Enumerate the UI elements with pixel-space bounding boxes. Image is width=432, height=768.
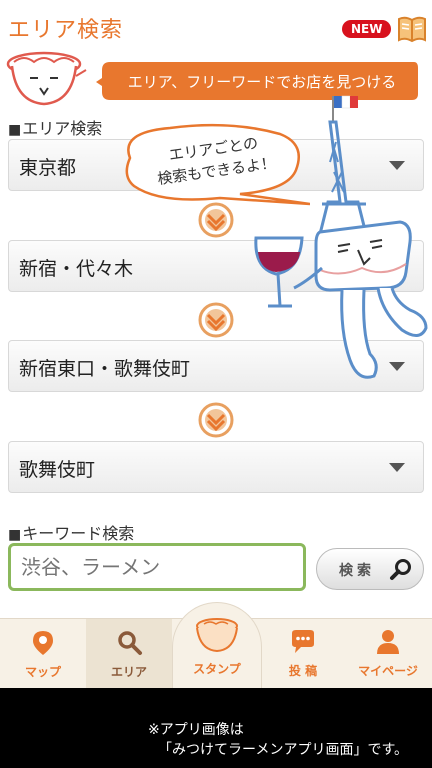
tab-map[interactable]: マップ (0, 619, 86, 689)
area-search-label: エリア検索 (8, 115, 102, 139)
book-icon[interactable] (397, 15, 427, 43)
tab-label: マップ (24, 665, 61, 679)
ramen-bowl-icon (196, 618, 238, 653)
tab-mypage[interactable]: マイページ (344, 618, 432, 688)
person-icon (377, 630, 399, 654)
dropdown-value: 新宿東口・歌舞伎町 (19, 358, 191, 380)
dropdown-value: 歌舞伎町 (19, 459, 96, 481)
chevron-down-icon (389, 463, 405, 472)
footer-caption: ※アプリ画像は 「みつけてラーメンアプリ画面」です。 (0, 688, 432, 768)
search-button-label: 検索 (339, 563, 375, 579)
map-pin-icon (33, 631, 53, 655)
down-arrow-icon (198, 302, 234, 338)
tab-area[interactable]: エリア (86, 619, 172, 689)
footer-line-2: 「みつけてラーメンアプリ画面」です。 (158, 742, 409, 758)
tab-stamp[interactable]: スタンプ (172, 612, 262, 688)
tab-label: エリア (110, 665, 147, 679)
search-button[interactable]: 検索 (316, 548, 424, 590)
speech-bubble-icon (292, 630, 314, 653)
header: エリア検索 NEW (0, 0, 432, 56)
keyword-search-label: キーワード検索 (8, 520, 134, 544)
new-badge[interactable]: NEW (342, 20, 392, 38)
tab-label: スタンプ (193, 662, 241, 676)
down-arrow-icon (198, 402, 234, 438)
tab-label: マイページ (358, 664, 418, 678)
dropdown-value: 新宿・代々木 (19, 258, 134, 280)
page-title: エリア検索 (8, 18, 124, 43)
ramen-mascot-icon (6, 51, 87, 106)
mascot-illustration (254, 95, 428, 379)
tab-label: 投 稿 (288, 664, 318, 678)
tab-post[interactable]: 投 稿 (262, 618, 344, 688)
search-icon (118, 631, 142, 655)
town-dropdown[interactable]: 歌舞伎町 (8, 441, 424, 493)
search-icon (390, 559, 411, 580)
footer-line-1: ※アプリ画像は (148, 722, 244, 738)
dropdown-value: 東京都 (19, 157, 77, 179)
keyword-search-input[interactable] (8, 543, 306, 591)
